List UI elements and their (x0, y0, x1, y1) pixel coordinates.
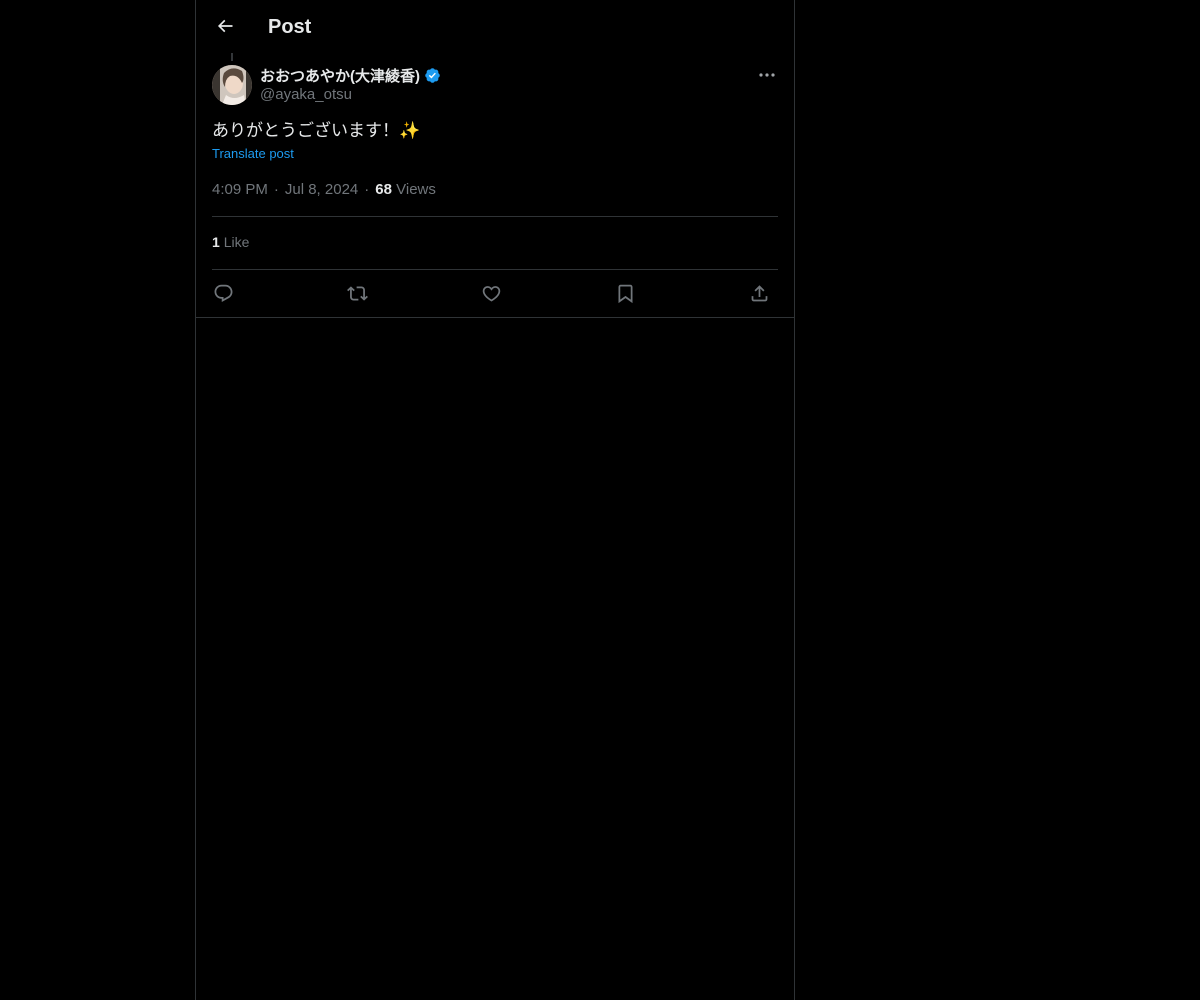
meta-separator: · (364, 181, 370, 198)
post-author: おおつあやか(大津綾香) @ayaka_otsu (212, 65, 778, 107)
meta-separator: · (273, 181, 279, 198)
back-button[interactable] (208, 9, 242, 43)
translate-post-link[interactable]: Translate post (212, 146, 294, 161)
heart-icon (482, 285, 500, 302)
like-button[interactable] (474, 276, 508, 310)
main-column: Post おおつあやか(大津綾香) @ayaka_otsu ありがとうございます… (195, 0, 795, 1000)
share-icon (751, 284, 767, 301)
post-date[interactable]: Jul 8, 2024 (285, 181, 358, 198)
thread-connector-line (231, 53, 233, 61)
post-actions-bar (212, 276, 778, 310)
arrow-left-icon (217, 19, 233, 33)
divider (212, 216, 778, 217)
post-bottom-border (196, 317, 794, 318)
author-display-name[interactable]: おおつあやか(大津綾香) (260, 65, 420, 86)
avatar[interactable] (212, 65, 252, 105)
reply-icon (214, 284, 232, 302)
divider (212, 269, 778, 270)
views-label: Views (396, 181, 436, 198)
repost-button[interactable] (340, 276, 374, 310)
author-name-row: おおつあやか(大津綾香) (260, 65, 441, 85)
post-text: ありがとうございます！✨ (212, 121, 421, 140)
post-meta: 4:09 PM · Jul 8, 2024 · 68 Views (212, 181, 436, 198)
views-stat: 68 Views (375, 181, 436, 198)
share-button[interactable] (742, 276, 776, 310)
bookmark-button[interactable] (608, 276, 642, 310)
more-options-button[interactable] (756, 65, 778, 85)
more-horizontal-icon (759, 73, 775, 77)
page-title: Post (268, 16, 312, 38)
views-count: 68 (375, 181, 392, 198)
likes-count: 1 (212, 234, 220, 250)
bookmark-icon (618, 284, 632, 303)
likes-label: Like (223, 234, 250, 250)
avatar-image (212, 65, 252, 105)
reply-button[interactable] (206, 276, 240, 310)
author-handle[interactable]: @ayaka_otsu (260, 86, 352, 103)
page-header: Post (196, 0, 794, 53)
verified-badge-icon (425, 67, 440, 83)
likes-stat[interactable]: 1 Like (212, 234, 249, 250)
repost-icon (346, 285, 368, 301)
post-time[interactable]: 4:09 PM (212, 181, 268, 198)
